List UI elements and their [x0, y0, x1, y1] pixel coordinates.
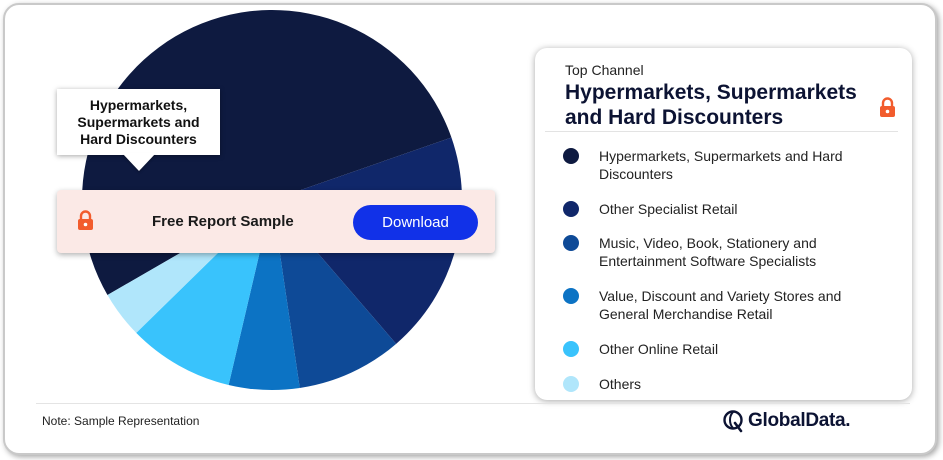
legend-label: Value, Discount and Variety Stores and G… — [599, 288, 842, 322]
free-sample-banner: Free Report Sample Download — [57, 190, 495, 253]
globaldata-logo: GlobalData. — [722, 409, 851, 433]
download-button[interactable]: Download — [353, 205, 478, 240]
legend-subtitle: Top Channel — [565, 62, 644, 78]
legend-divider — [545, 131, 898, 132]
legend-swatch — [563, 341, 579, 357]
legend-swatch — [563, 201, 579, 217]
legend-label: Other Online Retail — [599, 341, 719, 357]
callout-pointer — [122, 153, 156, 171]
legend-title: Hypermarkets, Supermarkets and Hard Disc… — [565, 81, 857, 129]
legend-item: Other Specialist Retail — [563, 200, 893, 218]
legend-swatch — [563, 376, 579, 392]
legend-label: Music, Video, Book, Stationery and Enter… — [599, 235, 817, 269]
footnote: Note: Sample Representation — [42, 414, 200, 428]
banner-text: Free Report Sample — [152, 213, 294, 230]
lock-icon — [77, 210, 94, 236]
callout-label: Hypermarkets, Supermarkets and Hard Disc… — [77, 96, 200, 147]
legend-swatch — [563, 148, 579, 164]
legend-label: Others — [599, 376, 642, 392]
legend-swatch — [563, 288, 579, 304]
legend-item: Hypermarkets, Supermarkets and Hard Disc… — [563, 147, 893, 183]
legend-label: Hypermarkets, Supermarkets and Hard Disc… — [599, 148, 843, 182]
lock-icon — [879, 97, 896, 123]
legend-item: Others — [563, 375, 893, 393]
legend-item: Music, Video, Book, Stationery and Enter… — [563, 234, 893, 270]
legend-card: Top Channel Hypermarkets, Supermarkets a… — [535, 48, 912, 400]
legend-item: Other Online Retail — [563, 340, 893, 358]
legend-label: Other Specialist Retail — [599, 201, 738, 217]
globaldata-mark-icon — [723, 410, 743, 433]
legend-item: Value, Discount and Variety Stores and G… — [563, 287, 893, 323]
footer-divider — [36, 403, 910, 404]
brand-name: GlobalData. — [748, 410, 851, 431]
top-channel-callout: Hypermarkets, Supermarkets and Hard Disc… — [57, 89, 220, 155]
legend-swatch — [563, 235, 579, 251]
